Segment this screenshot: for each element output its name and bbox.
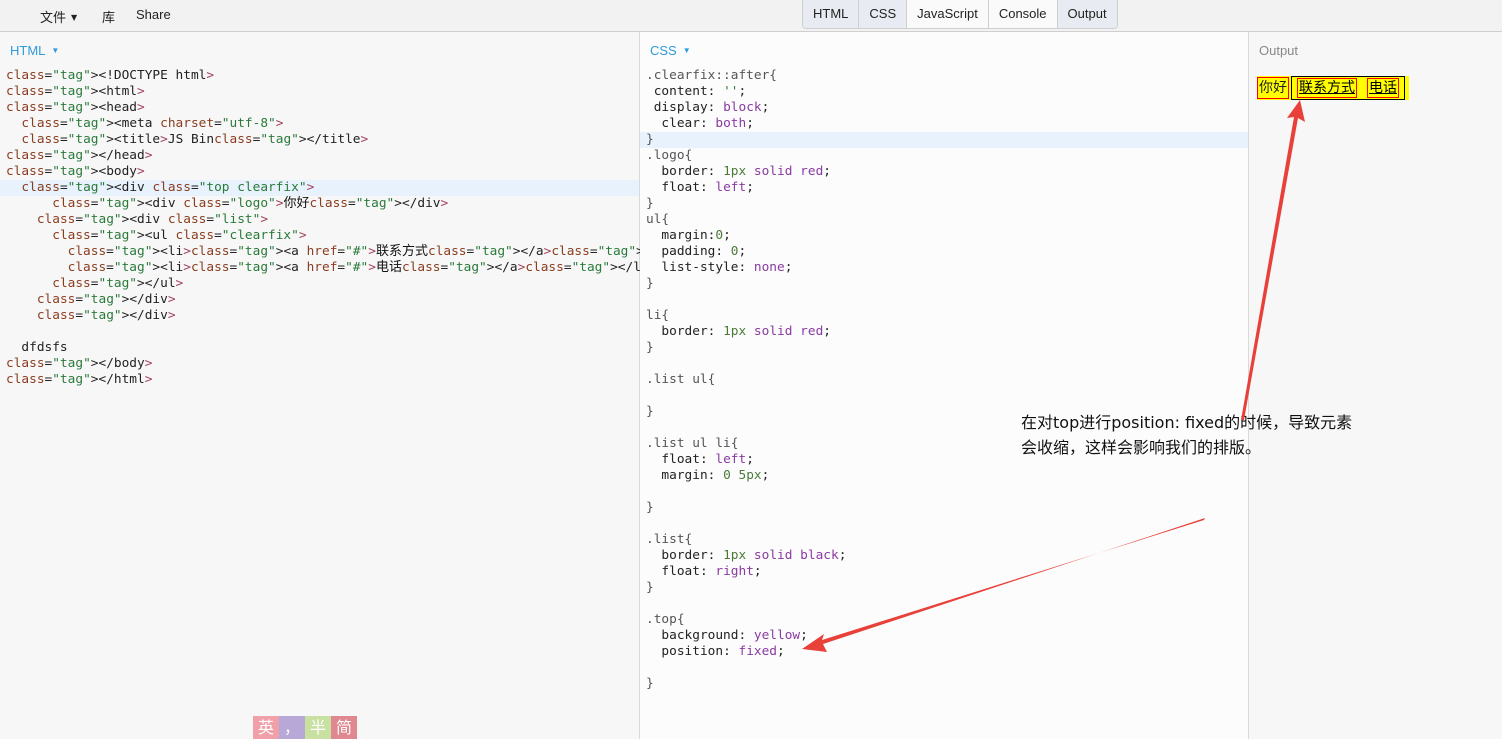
code-line[interactable]: .top{	[640, 612, 1248, 628]
ime-english-icon[interactable]: 英	[253, 716, 279, 739]
code-line[interactable]: }	[640, 276, 1248, 292]
tab-console[interactable]: Console	[987, 0, 1057, 28]
code-line[interactable]: .clearfix::after{	[640, 68, 1248, 84]
html-panel[interactable]: HTML ▼ class="tag"><!DOCTYPE html> class="…	[0, 32, 683, 739]
code-line[interactable]: margin:0;	[640, 228, 1248, 244]
code-line[interactable]	[640, 596, 1248, 612]
code-line[interactable]	[640, 516, 1248, 532]
ime-simplified-icon[interactable]: 简	[331, 716, 357, 739]
code-line[interactable]: background: yellow;	[640, 628, 1248, 644]
tab-html[interactable]: HTML	[803, 0, 859, 28]
html-panel-title: HTML	[10, 43, 46, 58]
code-line[interactable]: display: block;	[640, 100, 1248, 116]
code-line[interactable]: float: left;	[640, 180, 1248, 196]
code-line[interactable]	[640, 660, 1248, 676]
code-line[interactable]: class="tag"><title>JS Binclass="tag"></t…	[0, 132, 639, 148]
tab-javascript[interactable]: JavaScript	[906, 0, 988, 28]
file-menu-label: 文件	[40, 11, 67, 26]
css-panel-label[interactable]: CSS ▼	[650, 43, 691, 58]
code-line[interactable]: border: 1px solid red;	[640, 324, 1248, 340]
html-code-editor[interactable]: class="tag"><!DOCTYPE html> class="tag"><…	[0, 68, 683, 388]
code-line[interactable]	[640, 356, 1248, 372]
annotation-line: 会收缩，这样会影响我们的排版。	[1021, 438, 1262, 457]
code-line[interactable]: class="tag"></html>	[0, 372, 639, 388]
code-line[interactable]: class="tag"><meta charset="utf-8">	[0, 116, 639, 132]
ime-toolbar[interactable]: 英 ， 半 简	[253, 716, 357, 739]
library-menu[interactable]: 库	[102, 7, 115, 26]
code-line[interactable]: }	[640, 500, 1248, 516]
output-logo: 你好	[1257, 77, 1289, 99]
code-line[interactable]: .list ul{	[640, 372, 1248, 388]
code-line[interactable]: }	[640, 196, 1248, 212]
caret-down-icon: ▼	[51, 46, 60, 55]
code-line[interactable]: class="tag"><div class="list">	[0, 212, 639, 228]
code-line[interactable]: float: right;	[640, 564, 1248, 580]
css-panel[interactable]: CSS ▼ .clearfix::after{ content: ''; disp…	[640, 32, 1249, 739]
code-line[interactable]: class="tag"><li>class="tag"><a href="#">…	[0, 260, 657, 276]
annotation-text: 在对top进行position: fixed的时候，导致元素 会收缩，这样会影响…	[1021, 410, 1401, 460]
code-line[interactable]: }	[640, 340, 1248, 356]
code-line[interactable]	[640, 292, 1248, 308]
code-line[interactable]: content: '';	[640, 84, 1248, 100]
code-line[interactable]: list-style: none;	[640, 260, 1248, 276]
code-line[interactable]: }	[640, 132, 1248, 148]
code-line[interactable]: class="tag"><li>class="tag"><a href="#">…	[0, 244, 683, 260]
code-line[interactable]: class="tag"><div class="top clearfix">	[0, 180, 639, 196]
code-line[interactable]: class="tag"></ul>	[0, 276, 639, 292]
code-line[interactable]: class="tag"></div>	[0, 308, 639, 324]
code-line[interactable]: dfdsfs	[0, 340, 639, 356]
code-line[interactable]: border: 1px solid black;	[640, 548, 1248, 564]
output-list-item: 电话	[1367, 78, 1399, 98]
code-line[interactable]: clear: both;	[640, 116, 1248, 132]
share-menu[interactable]: Share	[136, 7, 171, 22]
output-panel: Output 你好 联系方式 电话	[1249, 32, 1502, 739]
code-line[interactable]	[640, 484, 1248, 500]
phone-link[interactable]: 电话	[1369, 80, 1397, 96]
caret-down-icon: ▼	[682, 46, 691, 55]
code-line[interactable]: class="tag"></head>	[0, 148, 639, 164]
code-line[interactable]: class="tag"></div>	[0, 292, 639, 308]
code-line[interactable]: class="tag"><html>	[0, 84, 639, 100]
code-line[interactable]	[640, 388, 1248, 404]
html-panel-label[interactable]: HTML ▼	[10, 43, 59, 58]
code-line[interactable]: class="tag"><ul class="clearfix">	[0, 228, 639, 244]
code-line[interactable]: class="tag"><!DOCTYPE html>	[0, 68, 639, 84]
code-line[interactable]: .logo{	[640, 148, 1248, 164]
output-panel-title: Output	[1259, 43, 1299, 58]
output-top-bar: 你好 联系方式 电话	[1257, 76, 1409, 100]
code-line[interactable]	[0, 324, 639, 340]
ime-halfwidth-icon[interactable]: 半	[305, 716, 331, 739]
code-line[interactable]: ul{	[640, 212, 1248, 228]
file-menu[interactable]: 文件 ▼	[40, 7, 77, 26]
panel-tabs: HTML CSS JavaScript Console Output	[802, 0, 1118, 29]
code-line[interactable]: .list{	[640, 532, 1248, 548]
css-code-editor[interactable]: .clearfix::after{ content: ''; display: …	[640, 68, 1248, 692]
code-line[interactable]: }	[640, 580, 1248, 596]
ime-punctuation-icon[interactable]: ，	[279, 716, 305, 739]
code-line[interactable]: class="tag"><head>	[0, 100, 639, 116]
caret-down-icon: ▼	[71, 13, 78, 22]
code-line[interactable]: class="tag"><div class="logo">你好class="t…	[0, 196, 639, 212]
code-line[interactable]: margin: 0 5px;	[640, 468, 1248, 484]
top-toolbar: 文件 ▼ 库 Share HTML CSS JavaScript Console …	[0, 0, 1502, 32]
output-list-item: 联系方式	[1297, 78, 1357, 98]
code-line[interactable]: class="tag"><body>	[0, 164, 639, 180]
tab-output[interactable]: Output	[1056, 0, 1117, 28]
code-line[interactable]: class="tag"></body>	[0, 356, 639, 372]
code-line[interactable]: li{	[640, 308, 1248, 324]
code-line[interactable]: padding: 0;	[640, 244, 1248, 260]
code-line[interactable]: }	[640, 676, 1248, 692]
tab-css[interactable]: CSS	[858, 0, 907, 28]
annotation-line: 在对top进行position: fixed的时候，导致元素	[1021, 413, 1353, 432]
css-panel-title: CSS	[650, 43, 677, 58]
code-line[interactable]: position: fixed;	[640, 644, 1248, 660]
code-line[interactable]: border: 1px solid red;	[640, 164, 1248, 180]
output-list: 联系方式 电话	[1291, 76, 1405, 100]
contact-link[interactable]: 联系方式	[1299, 80, 1355, 96]
